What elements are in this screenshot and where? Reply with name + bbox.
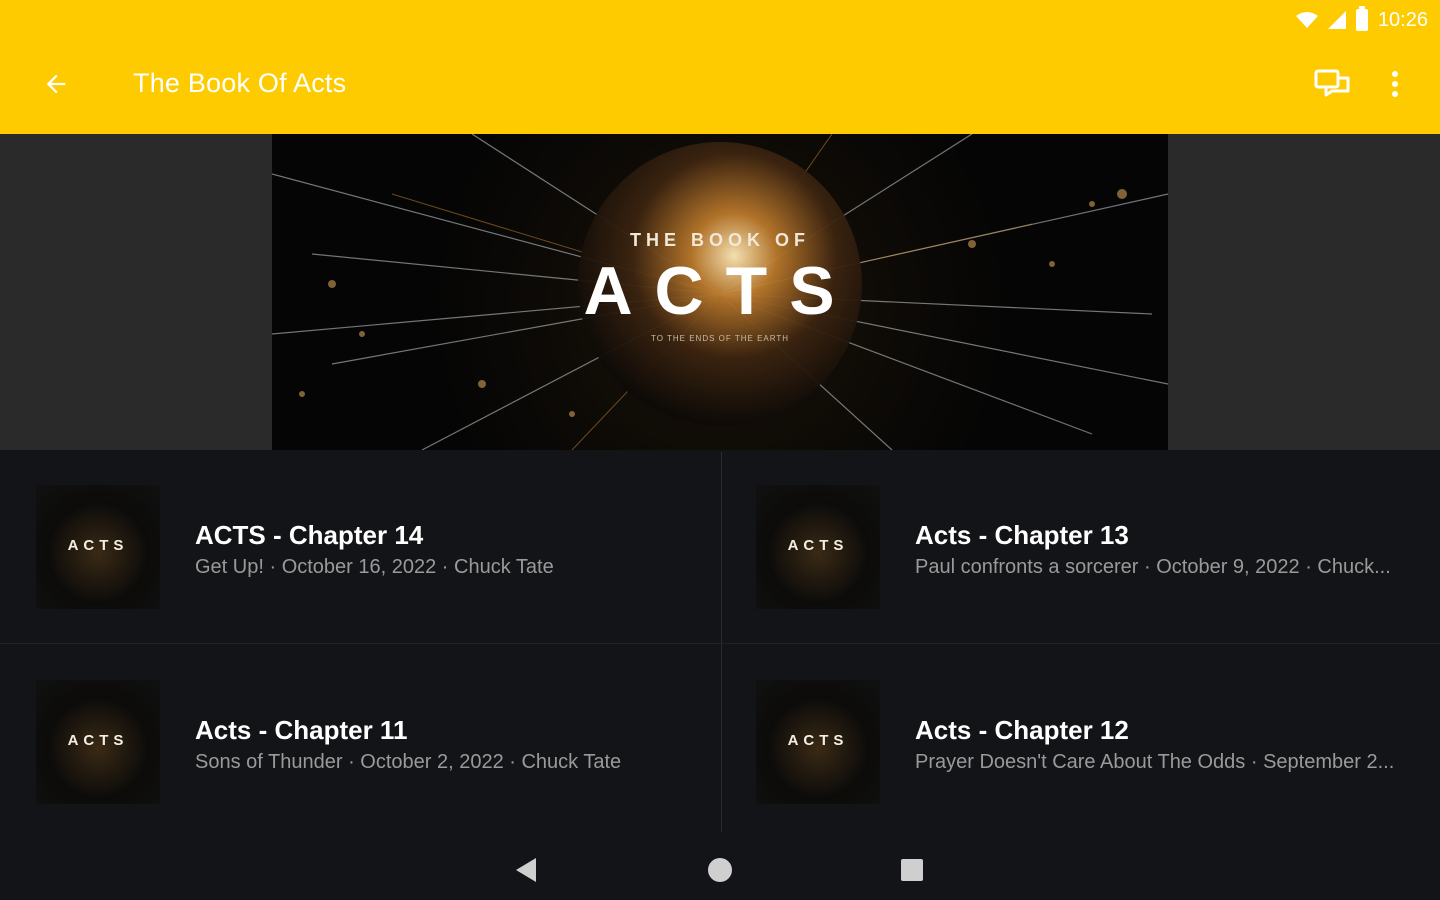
triangle-back-icon (516, 858, 536, 882)
status-bar: 10:26 (1295, 6, 1428, 34)
overflow-menu-button[interactable] (1373, 62, 1417, 106)
square-recents-icon (901, 859, 923, 881)
series-artwork: THE BOOK OF ACTS TO THE ENDS OF THE EART… (272, 134, 1168, 450)
episode-subtitle: Prayer Doesn't Care About The Odds · Sep… (915, 751, 1395, 773)
episode-card[interactable]: ACTS Acts - Chapter 12 Prayer Doesn't Ca… (720, 647, 1440, 837)
episode-thumbnail: ACTS (36, 680, 160, 804)
nav-back-button[interactable] (506, 850, 546, 890)
episode-card[interactable]: ACTS Acts - Chapter 13 Paul confronts a … (720, 452, 1440, 642)
episode-subtitle: Sons of Thunder · October 2, 2022 · Chuc… (195, 751, 622, 773)
hero-subtitle: THE BOOK OF (630, 230, 810, 250)
thumbnail-label: ACTS (787, 537, 849, 554)
episode-subtitle: Get Up! · October 16, 2022 · Chuck Tate (195, 556, 554, 578)
arrow-left-icon (46, 74, 66, 94)
system-navigation-bar (0, 842, 1440, 900)
nav-recents-button[interactable] (892, 850, 932, 890)
circle-home-icon (708, 858, 732, 882)
hero-tagline: TO THE ENDS OF THE EARTH (650, 334, 790, 343)
chat-button[interactable] (1310, 62, 1354, 106)
battery-icon (1355, 6, 1368, 31)
hero-title: ACTS (583, 253, 857, 329)
thumbnail-label: ACTS (787, 732, 849, 749)
signal-icon (1327, 11, 1346, 29)
app-bar: 10:26 The Book Of Acts (0, 0, 1440, 134)
back-button[interactable] (34, 62, 78, 106)
episode-title: ACTS - Chapter 14 (195, 520, 424, 550)
thumbnail-label: ACTS (67, 537, 129, 554)
episode-subtitle: Paul confronts a sorcerer · October 9, 2… (915, 556, 1391, 578)
status-time: 10:26 (1377, 8, 1428, 31)
page-title: The Book Of Acts (133, 68, 347, 98)
episode-thumbnail: ACTS (756, 485, 880, 609)
more-vert-icon (1392, 71, 1398, 97)
chat-bubbles-icon (1314, 69, 1350, 97)
wifi-icon (1295, 12, 1318, 28)
episode-thumbnail: ACTS (36, 485, 160, 609)
row-divider (0, 643, 1440, 644)
episode-thumbnail: ACTS (756, 680, 880, 804)
nav-home-button[interactable] (700, 850, 740, 890)
episode-title: Acts - Chapter 12 (915, 715, 1129, 745)
episode-title: Acts - Chapter 11 (195, 715, 408, 745)
episode-card[interactable]: ACTS Acts - Chapter 11 Sons of Thunder ·… (0, 647, 720, 837)
thumbnail-label: ACTS (67, 732, 129, 749)
episode-title: Acts - Chapter 13 (915, 520, 1129, 550)
episode-card[interactable]: ACTS ACTS - Chapter 14 Get Up! · October… (0, 452, 720, 642)
